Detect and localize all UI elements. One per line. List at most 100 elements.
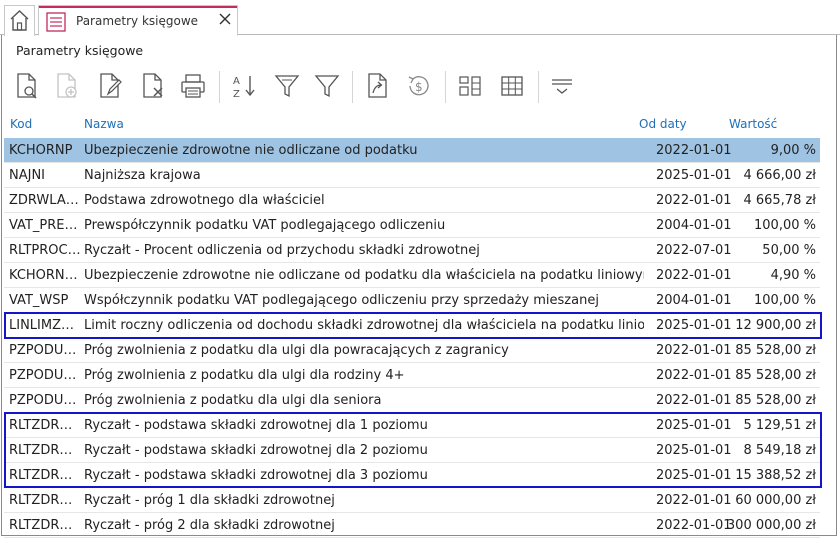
header-nazwa[interactable]: Nazwa [84, 117, 124, 131]
cell-kod: ZDRWLASC [9, 193, 82, 208]
cell-wartosc: 8 549,18 zł [743, 443, 816, 458]
add-document-icon [57, 73, 77, 98]
table-header: Kod Nazwa Od daty Wartość [0, 117, 840, 135]
section-title: Parametry księgowe [16, 43, 144, 58]
tab-home[interactable] [4, 5, 35, 36]
cell-od-daty: 2004-01-01 [656, 293, 732, 308]
tab-accent [39, 6, 237, 8]
cell-kod: PZPODULP... [9, 343, 82, 358]
cell-kod: PZPODUL4... [9, 368, 82, 383]
cell-wartosc: 15 388,52 zł [735, 468, 816, 483]
cell-kod: PZPODULS... [9, 393, 82, 408]
toolbar-separator [538, 71, 539, 103]
cell-od-daty: 2022-07-01 [656, 243, 732, 258]
cell-kod: KCHORNP [9, 143, 73, 158]
table-row[interactable]: RLTZDRO3...Ryczałt - podstawa składki zd… [4, 463, 820, 488]
table-row[interactable]: PZPODULP... Próg zwolnienia z podatku dla… [4, 338, 820, 363]
cell-wartosc: 85 528,00 zł [735, 368, 816, 383]
home-icon [10, 10, 29, 31]
cell-kod: VAT_PREW... [9, 218, 82, 233]
tab-bar: Parametry księgowe [0, 0, 840, 36]
cell-nazwa: Limit roczny odliczenia od dochodu skład… [84, 318, 644, 333]
columns-icon [459, 76, 481, 96]
table-row[interactable]: VAT_WSP Współczynnik podatku VAT podlegaj… [4, 288, 820, 313]
cell-od-daty: 2022-01-01 [656, 343, 732, 358]
toolbar-separator [352, 71, 353, 103]
view-button[interactable] [12, 66, 42, 106]
cell-wartosc: 100,00 % [754, 293, 816, 308]
cell-kod: NAJNI [9, 168, 46, 183]
delete-button[interactable] [138, 66, 168, 106]
cell-nazwa: Próg zwolnienia z podatku dla ulgi dla s… [84, 393, 382, 408]
cell-wartosc: 4 666,00 zł [743, 168, 816, 183]
export-document-icon [368, 73, 387, 98]
table-body: KCHORNP Ubezpieczenie zdrowotne nie odlic… [4, 138, 820, 538]
header-wartosc[interactable]: Wartość [729, 117, 777, 131]
print-button[interactable] [178, 66, 208, 106]
sort-button[interactable]: A Z [229, 66, 259, 106]
currency-button[interactable]: $ [404, 66, 434, 106]
table-row[interactable]: KCHORNP... Ubezpieczenie zdrowotne nie od… [4, 263, 820, 288]
filter-icon [314, 75, 340, 98]
tab-parametry-ksiegowe[interactable]: Parametry księgowe [38, 5, 238, 36]
svg-text:$: $ [415, 80, 423, 94]
view-document-icon [17, 73, 37, 99]
filter-settings-button[interactable] [272, 66, 302, 106]
delete-document-icon [143, 73, 163, 98]
table-row[interactable]: RLTZDRO1...Ryczałt - próg 1 dla składki … [4, 488, 820, 513]
cell-wartosc: 50,00 % [762, 243, 816, 258]
toolbar: A Z $ [0, 66, 840, 108]
cell-nazwa: Ryczałt - podstawa składki zdrowotnej dl… [84, 418, 428, 433]
print-icon [181, 74, 205, 98]
cell-wartosc: 60 000,00 zł [735, 493, 816, 508]
group-by-button[interactable] [547, 66, 577, 106]
cell-od-daty: 2022-01-01 [656, 393, 732, 408]
header-od-daty[interactable]: Od daty [639, 117, 687, 131]
export-button[interactable] [363, 66, 393, 106]
cell-nazwa: Prewspółczynnik podatku VAT podlegająceg… [84, 218, 446, 233]
cell-kod: VAT_WSP [9, 293, 69, 308]
svg-text:A: A [233, 76, 240, 87]
cell-od-daty: 2022-01-01 [656, 518, 732, 533]
cell-wartosc: 85 528,00 zł [735, 343, 816, 358]
sort-az-icon: A Z [233, 76, 255, 100]
table-row[interactable]: KCHORNP Ubezpieczenie zdrowotne nie odlic… [4, 138, 820, 163]
cell-nazwa: Najniższa krajowa [84, 168, 201, 183]
cell-nazwa: Próg zwolnienia z podatku dla ulgi dla r… [84, 368, 405, 383]
table-row[interactable]: RLTZDRO1...Ryczałt - podstawa składki zd… [4, 413, 820, 438]
edit-document-icon [100, 73, 122, 98]
table-row[interactable]: RLTZDRO2...Ryczałt - próg 2 dla składki … [4, 513, 820, 538]
columns-button[interactable] [455, 66, 485, 106]
cell-od-daty: 2025-01-01 [656, 468, 732, 483]
table-row[interactable]: ZDRWLASC Podstawa zdrowotnego dla właścic… [4, 188, 820, 213]
cell-nazwa: Ryczałt - próg 1 dla składki zdrowotnej [84, 493, 335, 508]
table-row[interactable]: PZPODUL4...Próg zwolnienia z podatku dla… [4, 363, 820, 388]
cell-od-daty: 2025-01-01 [656, 318, 732, 333]
cell-nazwa: Próg zwolnienia z podatku dla ulgi dla p… [84, 343, 509, 358]
cell-nazwa: Ryczałt - próg 2 dla składki zdrowotnej [84, 518, 335, 533]
grid-button[interactable] [497, 66, 527, 106]
cell-od-daty: 2022-01-01 [656, 193, 732, 208]
add-button[interactable] [52, 66, 82, 106]
close-icon[interactable] [217, 11, 233, 27]
cell-nazwa: Ryczałt - podstawa składki zdrowotnej dl… [84, 468, 428, 483]
table-row[interactable]: VAT_PREW... Prewspółczynnik podatku VAT p… [4, 213, 820, 238]
cell-wartosc: 5 129,51 zł [743, 418, 816, 433]
table-row[interactable]: PZPODULS...Próg zwolnienia z podatku dla… [4, 388, 820, 413]
cell-kod: KCHORNP... [9, 268, 82, 283]
cell-kod: RLTZDRO2... [9, 443, 82, 458]
header-kod[interactable]: Kod [10, 117, 32, 131]
cell-od-daty: 2022-01-01 [656, 143, 732, 158]
table-row[interactable]: RLTZDRO2...Ryczałt - podstawa składki zd… [4, 438, 820, 463]
toolbar-separator [219, 71, 220, 103]
table-row[interactable]: LINLIMZD... Limit roczny odliczenia od do… [4, 313, 820, 338]
cell-od-daty: 2025-01-01 [656, 168, 732, 183]
filter-button[interactable] [312, 66, 342, 106]
cell-nazwa: Ryczałt - Procent odliczenia od przychod… [84, 243, 480, 258]
cell-od-daty: 2025-01-01 [656, 418, 732, 433]
table-row[interactable]: RLTPROCS... Ryczałt - Procent odliczenia … [4, 238, 820, 263]
edit-button[interactable] [95, 66, 125, 106]
cell-wartosc: 300 000,00 zł [726, 518, 816, 533]
cell-nazwa: Ubezpieczenie zdrowotne nie odliczane od… [84, 143, 418, 158]
table-row[interactable]: NAJNI Najniższa krajowa 2025-01-01 4 666,00… [4, 163, 820, 188]
